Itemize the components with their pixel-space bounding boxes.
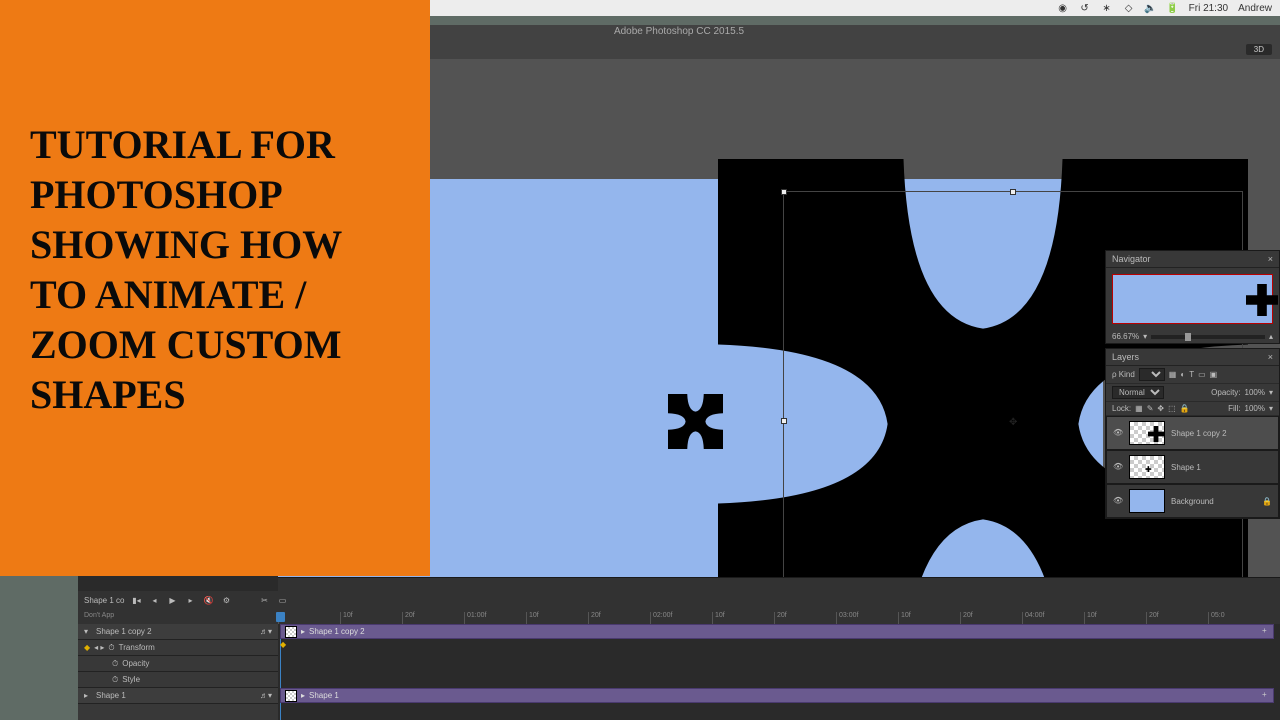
lock-icon: 🔒 (1262, 497, 1272, 506)
track-header[interactable]: ▾Shape 1 copy 2♬▾ (78, 624, 278, 640)
transition-icon[interactable]: ▭ (276, 594, 288, 606)
navigator-title: Navigator (1112, 254, 1151, 264)
settings-icon[interactable]: ⚙ (220, 594, 232, 606)
tutorial-title-card: TUTORIAL FOR PHOTOSHOP SHOWING HOW TO AN… (0, 0, 430, 576)
layers-panel: Layers × ρ Kind ▦ ◐ T ▭ ▣ Normal Opacity:… (1105, 348, 1280, 519)
layer-name: Background (1171, 497, 1214, 506)
layers-title: Layers (1112, 352, 1139, 362)
play-icon[interactable]: ▶ (166, 594, 178, 606)
split-icon[interactable]: ✂ (258, 594, 270, 606)
visibility-icon[interactable]: 👁 (1113, 462, 1123, 472)
first-frame-icon[interactable]: ▮◂ (130, 594, 142, 606)
lock-label: Lock: (1112, 404, 1131, 413)
lock-artboard-icon[interactable]: ⬚ (1168, 404, 1176, 413)
zoom-value[interactable]: 66.67% (1112, 332, 1139, 341)
track-prop[interactable]: ◆◂ ▸⏱Transform (78, 640, 278, 656)
lock-all-icon[interactable]: 🔒 (1180, 404, 1190, 413)
track-header[interactable]: ▸Shape 1♬▾ (78, 688, 278, 704)
track-lanes[interactable]: ▸Shape 1 copy 2 ◆ ▸Shape 1 + + (278, 624, 1280, 720)
clock[interactable]: Fri 21:30 (1189, 3, 1228, 14)
user-name[interactable]: Andrew (1238, 3, 1272, 14)
time-ruler[interactable]: 10f20f01:00f10f20f02:00f10f20f03:00f10f2… (278, 612, 1270, 624)
fill-label: Fill: (1228, 404, 1240, 413)
filter-dropdown[interactable] (1139, 368, 1165, 381)
bluetooth-icon[interactable]: ∗ (1101, 2, 1113, 14)
layer-name: Shape 1 (1171, 463, 1201, 472)
add-track-icon[interactable]: + (1262, 626, 1274, 638)
clip[interactable]: ▸Shape 1 (280, 688, 1274, 703)
close-icon[interactable]: × (1268, 352, 1273, 362)
track-list: ▾Shape 1 copy 2♬▾ ◆◂ ▸⏱Transform ⏱Opacit… (78, 624, 278, 720)
layer-row[interactable]: 👁 Background 🔒 (1106, 484, 1279, 518)
layer-row[interactable]: 👁 ✚ Shape 1 (1106, 450, 1279, 484)
filter-kind[interactable]: ρ Kind (1112, 370, 1135, 379)
fill-value[interactable]: 100% (1245, 404, 1265, 413)
shape-small-cross[interactable] (668, 394, 723, 449)
add-track-icon[interactable]: + (1262, 690, 1274, 702)
visibility-icon[interactable]: 👁 (1113, 428, 1123, 438)
prev-frame-icon[interactable]: ◂ (148, 594, 160, 606)
mute-icon[interactable]: 🔇 (202, 594, 214, 606)
opacity-value[interactable]: 100% (1245, 388, 1265, 397)
close-icon[interactable]: × (1268, 254, 1273, 264)
navigator-panel: Navigator × 66.67% ▾ ▴ (1105, 250, 1280, 344)
lock-move-icon[interactable]: ✥ (1157, 404, 1164, 413)
zoom-slider[interactable] (1151, 335, 1265, 339)
timeline-panel: X: 2413 px Timeline Shape 1 co ▮◂ ◂ ▶ ▸ … (78, 577, 1280, 720)
tutorial-title: TUTORIAL FOR PHOTOSHOP SHOWING HOW TO AN… (30, 120, 400, 420)
clip[interactable]: ▸Shape 1 copy 2 (280, 624, 1274, 639)
filter-adjust-icon[interactable]: ◐ (1180, 370, 1185, 379)
lock-brush-icon[interactable]: ✎ (1147, 404, 1154, 413)
layer-select[interactable]: Shape 1 co (84, 596, 124, 605)
navigator-thumbnail[interactable] (1112, 274, 1273, 324)
spotlight-icon[interactable]: ◉ (1057, 2, 1069, 14)
lock-pixels-icon[interactable]: ▦ (1135, 404, 1143, 413)
blend-mode[interactable]: Normal (1112, 386, 1164, 399)
visibility-icon[interactable]: 👁 (1113, 496, 1123, 506)
keyframe-icon[interactable]: ◆ (280, 640, 286, 649)
filter-shape-icon[interactable]: ▭ (1198, 370, 1206, 379)
next-frame-icon[interactable]: ▸ (184, 594, 196, 606)
filter-pixel-icon[interactable]: ▦ (1169, 370, 1177, 379)
dont-apply[interactable]: Don't App (84, 612, 114, 619)
layer-row[interactable]: 👁 Shape 1 copy 2 (1106, 416, 1279, 450)
wifi-icon[interactable]: ◇ (1123, 2, 1135, 14)
track-prop[interactable]: ⏱Opacity (78, 656, 278, 672)
sync-icon[interactable]: ↺ (1079, 2, 1091, 14)
zoom-out-icon[interactable]: ▾ (1143, 332, 1147, 341)
3d-badge[interactable]: 3D (1246, 44, 1272, 55)
opacity-label: Opacity: (1211, 388, 1240, 397)
track-prop[interactable]: ⏱Style (78, 672, 278, 688)
filter-smart-icon[interactable]: ▣ (1210, 370, 1218, 379)
volume-icon[interactable]: 🔈 (1145, 2, 1157, 14)
filter-type-icon[interactable]: T (1189, 370, 1194, 379)
layer-name: Shape 1 copy 2 (1171, 429, 1227, 438)
battery-icon[interactable]: 🔋 (1167, 2, 1179, 14)
panel-stack: Navigator × 66.67% ▾ ▴ Layers × ρ Kind ▦ (1105, 250, 1280, 519)
zoom-in-icon[interactable]: ▴ (1269, 332, 1273, 341)
